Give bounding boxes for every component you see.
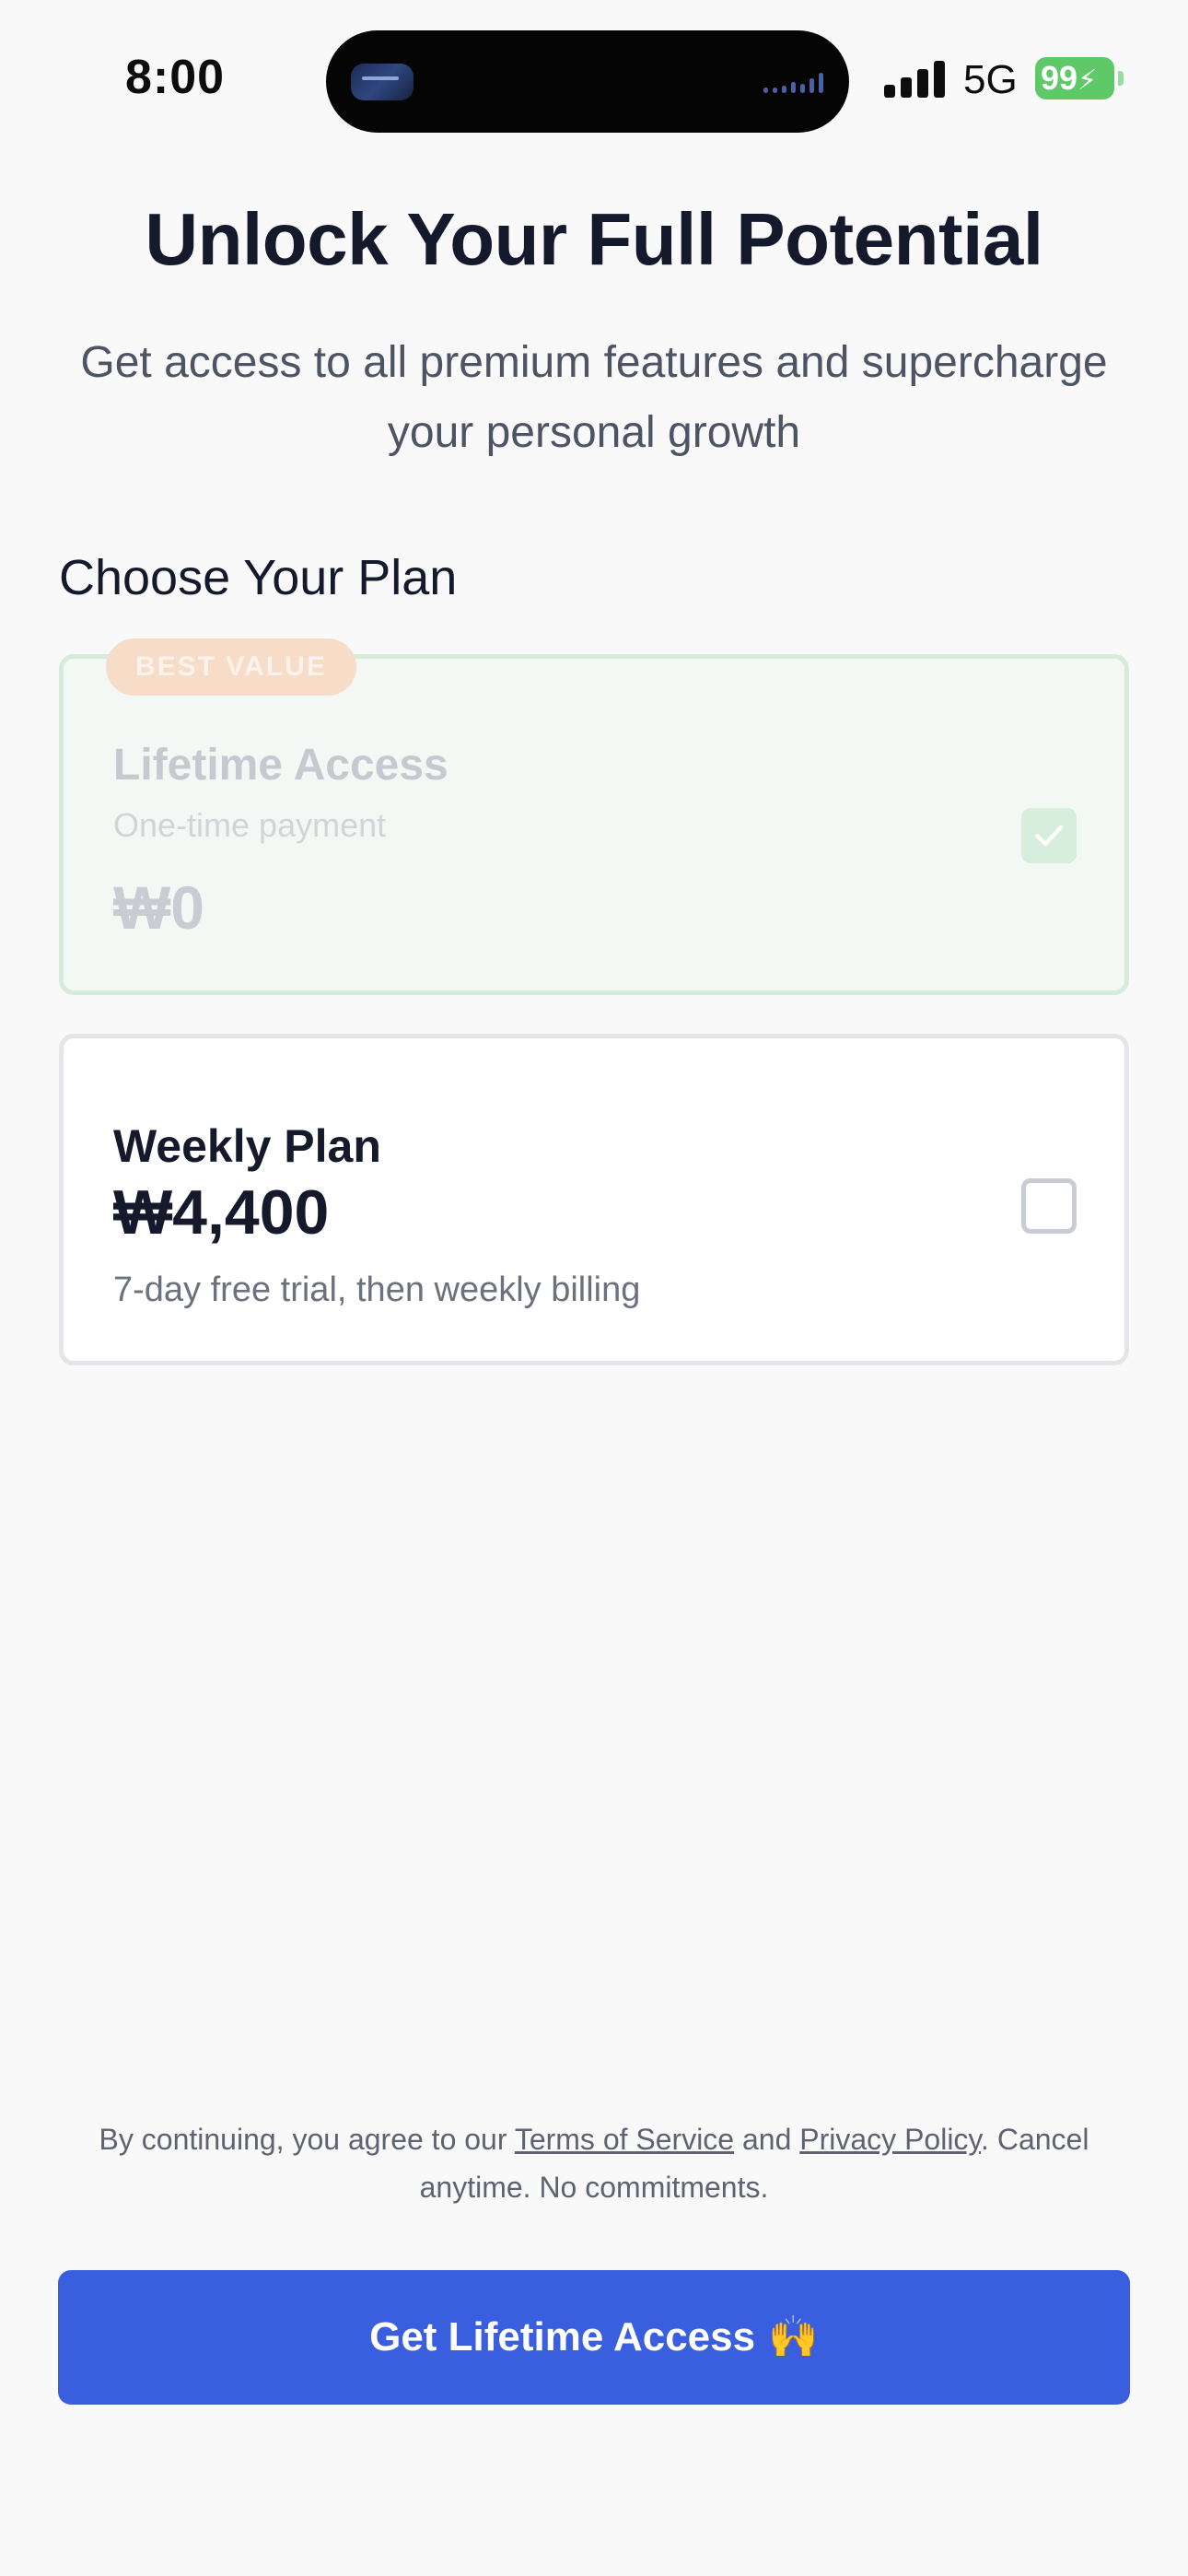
audio-waveform-icon [763,71,823,93]
dynamic-island [326,30,849,133]
get-lifetime-access-button[interactable]: Get Lifetime Access 🙌 [58,2270,1130,2405]
plan-price: ₩4,400 [113,1177,330,1247]
plan-name: Lifetime Access [113,741,448,790]
section-title: Choose Your Plan [59,550,458,605]
plan-name: Weekly Plan [113,1120,381,1172]
status-bar: 8:00 5G 99⚡ [0,0,1188,147]
plan-card-weekly[interactable]: Weekly Plan ₩4,400 7-day free trial, the… [59,1034,1129,1365]
network-type: 5G [963,57,1018,102]
legal-disclaimer: By continuing, you agree to our Terms of… [55,2115,1133,2211]
page-title: Unlock Your Full Potential [145,198,1043,280]
plan-price: ₩0 [113,873,204,942]
battery-percentage: 99 [1041,59,1078,97]
legal-prefix: By continuing, you agree to our [99,2123,515,2156]
legal-and: and [734,2123,800,2156]
plan-checkbox-checked[interactable] [1021,808,1077,863]
now-playing-artwork [351,64,413,100]
cellular-signal-icon [884,61,945,98]
checkmark-icon [1035,825,1063,846]
status-time: 8:00 [125,51,226,104]
charging-bolt-icon: ⚡ [1077,65,1098,96]
plan-description: One-time payment [113,806,387,844]
cta-label: Get Lifetime Access [369,2314,756,2359]
plan-description: 7-day free trial, then weekly billing [113,1270,641,1309]
battery-icon: 99⚡ [1035,57,1124,100]
plan-card-lifetime[interactable]: BEST VALUE Lifetime Access One-time paym… [59,638,1129,995]
terms-of-service-link[interactable]: Terms of Service [515,2123,734,2156]
raising-hands-icon: 🙌 [768,2313,819,2360]
page-subtitle: Get access to all premium features and s… [80,338,1108,457]
battery-level: 99⚡ [1035,57,1114,100]
best-value-badge: BEST VALUE [106,638,356,696]
privacy-policy-link[interactable]: Privacy Policy [799,2123,981,2156]
plan-checkbox-unchecked[interactable] [1021,1178,1077,1234]
battery-cap [1118,71,1124,86]
